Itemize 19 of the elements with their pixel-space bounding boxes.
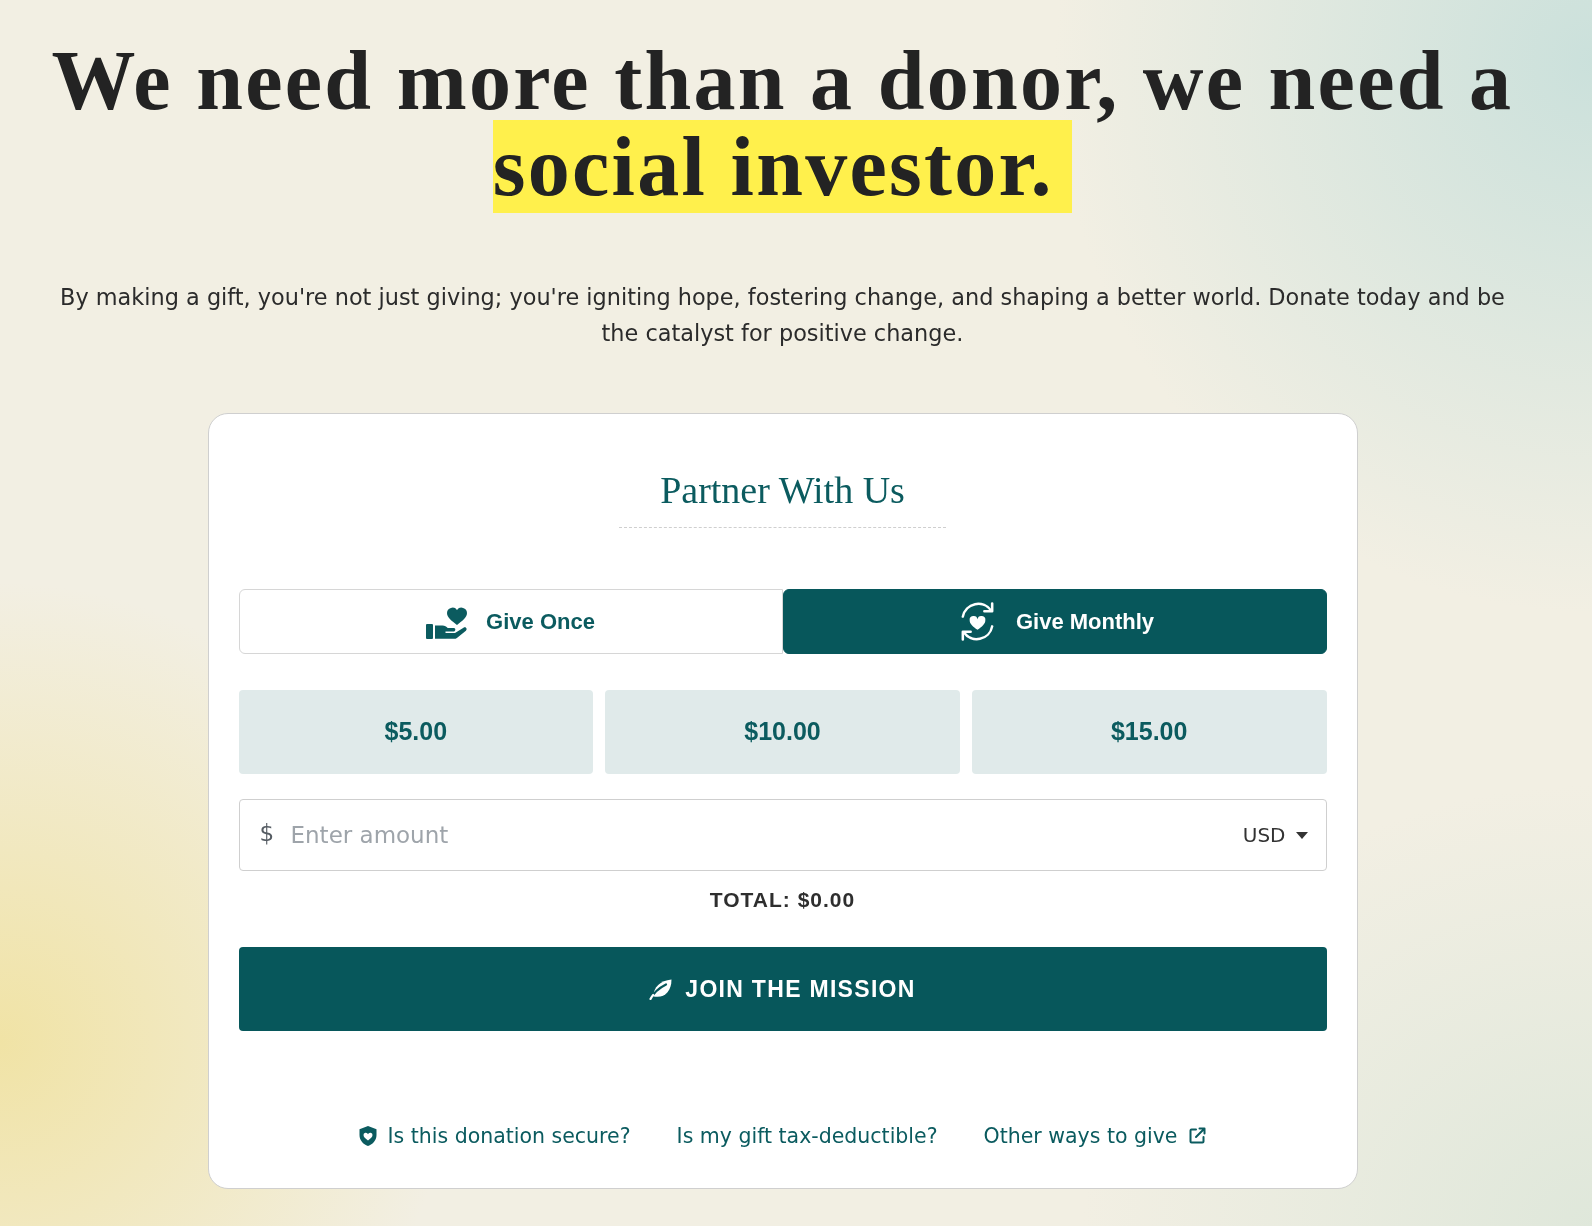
form-title: Partner With Us bbox=[659, 469, 906, 511]
security-link[interactable]: Is this donation secure? bbox=[357, 1122, 631, 1150]
leaf-icon bbox=[649, 978, 674, 1000]
amount-option[interactable]: $10.00 bbox=[605, 690, 960, 774]
shield-icon bbox=[357, 1125, 378, 1147]
tax-info-link[interactable]: Is my gift tax-deductible? bbox=[676, 1122, 938, 1150]
currency-dropdown[interactable]: USD bbox=[1242, 825, 1308, 845]
amount-option[interactable]: $5.00 bbox=[238, 690, 594, 774]
frequency-tab[interactable]: Give Monthly bbox=[782, 589, 1327, 654]
frequency-tab[interactable]: Give Once bbox=[238, 589, 783, 654]
submit-button[interactable]: JOIN THE MISSION bbox=[238, 947, 1327, 1031]
total-text: TOTAL: $0.00 bbox=[708, 888, 857, 912]
other-ways-link[interactable]: Other ways to give bbox=[983, 1122, 1208, 1150]
headline: We need more than a donor, we need a social investor. bbox=[50, 38, 1515, 210]
external-link-icon bbox=[1187, 1126, 1208, 1146]
amount-option[interactable]: $15.00 bbox=[971, 690, 1327, 774]
caret-icon bbox=[1295, 831, 1308, 839]
intro-text: By making a gift, you're not just giving; you're igniting hope, fostering change, and shaping a better world. Donate today and be the catalyst for positive change. bbox=[59, 283, 1506, 348]
currency-symbol: $ bbox=[259, 822, 275, 846]
